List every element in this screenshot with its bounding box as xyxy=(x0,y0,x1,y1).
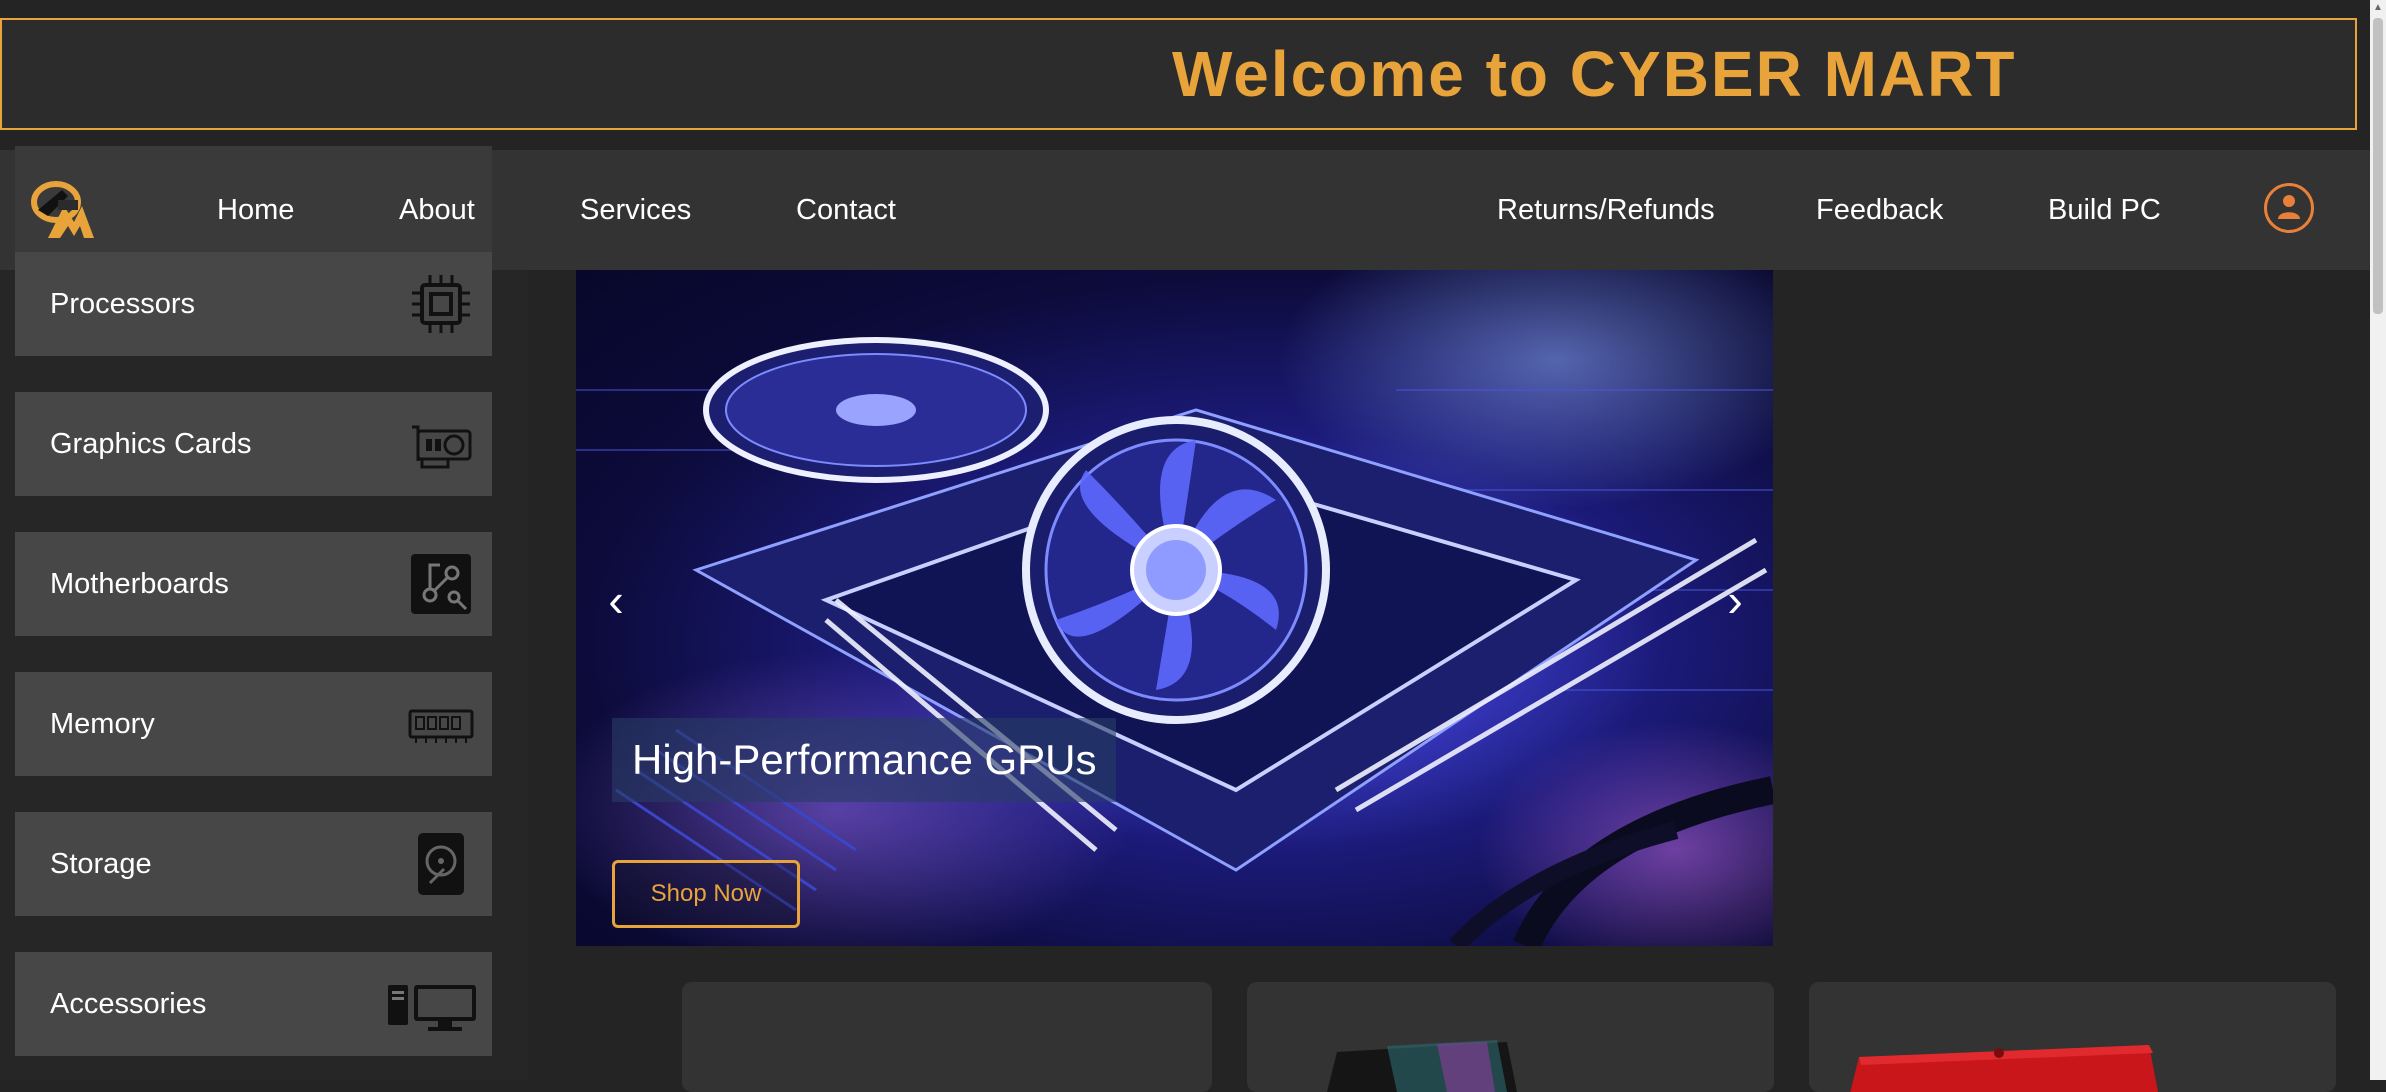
nav-build-pc[interactable]: Build PC xyxy=(2048,150,2161,270)
banner-title: Welcome to CYBER MART xyxy=(1172,38,2017,110)
hero-carousel xyxy=(576,270,1773,946)
gpu-icon xyxy=(412,425,472,469)
scrollbar-thumb[interactable] xyxy=(2373,18,2383,314)
sidebar-item-memory[interactable]: Memory xyxy=(15,672,492,776)
cpu-icon xyxy=(412,275,470,333)
carousel-prev-button[interactable]: ‹ xyxy=(596,575,636,625)
nav-services[interactable]: Services xyxy=(580,150,691,270)
sidebar-item-label: Memory xyxy=(50,707,155,740)
user-icon[interactable] xyxy=(2264,183,2314,233)
product-card[interactable] xyxy=(1247,982,1774,1092)
sidebar-item-processors[interactable]: Processors xyxy=(15,252,492,356)
product-image xyxy=(1850,1045,2159,1092)
cyber-mart-logo[interactable] xyxy=(28,176,100,242)
nav-returns-refunds[interactable]: Returns/Refunds xyxy=(1497,150,1715,270)
hard-drive-icon xyxy=(418,833,464,895)
nav-contact[interactable]: Contact xyxy=(796,150,896,270)
sidebar-item-storage[interactable]: Storage xyxy=(15,812,492,916)
welcome-banner: Welcome to CYBER MART xyxy=(0,18,2357,130)
sidebar-item-label: Processors xyxy=(50,287,196,320)
desktop-icon xyxy=(388,985,476,1031)
gpu-hero-image xyxy=(576,337,1773,946)
scroll-up-arrow-icon[interactable]: ▲ xyxy=(2372,2,2384,14)
sidebar-item-graphics-cards[interactable]: Graphics Cards xyxy=(15,392,492,496)
sidebar-item-label: Motherboards xyxy=(50,567,229,600)
memory-icon xyxy=(408,709,474,743)
motherboard-icon xyxy=(411,554,471,614)
shop-now-button[interactable]: Shop Now xyxy=(612,860,800,928)
carousel-next-button[interactable]: › xyxy=(1715,575,1755,625)
sidebar-item-label: Accessories xyxy=(50,987,207,1020)
sidebar-item-label: Graphics Cards xyxy=(50,427,252,460)
product-card[interactable] xyxy=(1809,982,2336,1092)
nav-feedback[interactable]: Feedback xyxy=(1816,150,1943,270)
hero-caption: High-Performance GPUs xyxy=(612,718,1117,802)
sidebar-item-motherboards[interactable]: Motherboards xyxy=(15,532,492,636)
product-image xyxy=(1327,1040,1517,1092)
product-card[interactable] xyxy=(682,982,1212,1092)
sidebar-item-accessories[interactable]: Accessories xyxy=(15,952,492,1056)
sidebar-item-label: Storage xyxy=(50,847,152,880)
